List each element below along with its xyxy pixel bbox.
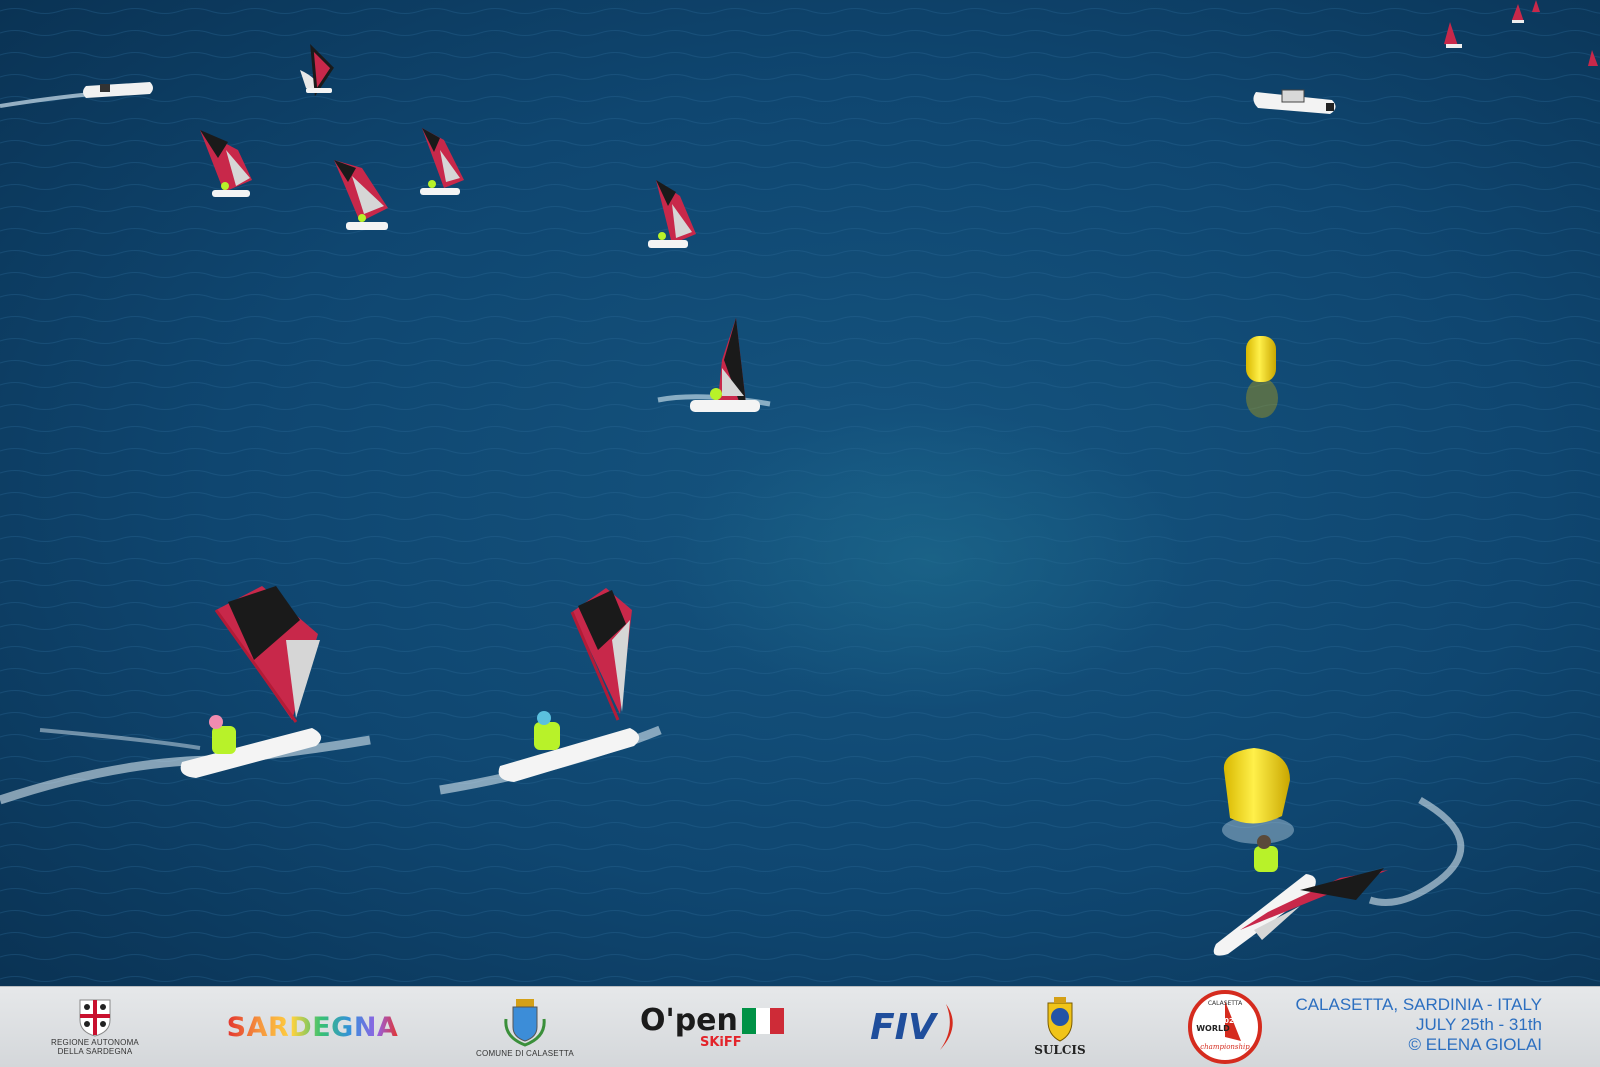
region-sardegna-logo: REGIONE AUTONOMA DELLA SARDEGNA xyxy=(40,987,150,1067)
badge-top-text: CALASETTA xyxy=(1208,1000,1243,1007)
fiv-logo: FIV xyxy=(865,987,965,1067)
comune-calasetta-logo: COMUNE DI CALASETTA xyxy=(470,987,580,1067)
sulcis-logo: SULCIS xyxy=(1025,987,1095,1067)
region-label-line2: DELLA SARDEGNA xyxy=(57,1047,133,1056)
skiff-wordmark: SKiFF xyxy=(700,1034,742,1050)
badge-champ-text: championship xyxy=(1200,1043,1250,1051)
badge-year-text: 2026 xyxy=(1219,1017,1239,1025)
fiv-sail-swoosh-icon xyxy=(939,1004,953,1050)
open-skiff-logo: O'pen SKiFF xyxy=(640,987,790,1067)
sulcis-wordmark: SULCIS xyxy=(1034,1043,1086,1057)
event-info: CALASETTA, SARDINIA - ITALY JULY 25th - … xyxy=(1295,995,1542,1055)
event-dates: JULY 25th - 31th xyxy=(1415,1015,1542,1034)
event-location: CALASETTA, SARDINIA - ITALY xyxy=(1295,995,1542,1014)
aerial-sea-photo xyxy=(0,0,1600,986)
sulcis-emblem-icon xyxy=(1047,997,1073,1042)
fiv-wordmark: FIV xyxy=(870,1006,936,1048)
badge-world-text: WORLD xyxy=(1196,1024,1230,1033)
sardegna-wordmark: SARDEGNA xyxy=(226,1011,399,1043)
calasetta-crest-icon xyxy=(504,998,546,1047)
shallow-water-patch xyxy=(670,410,1190,710)
buoy-far xyxy=(1246,336,1278,418)
championship-badge-icon: CALASETTA WORLD 2026 championship xyxy=(1188,990,1262,1064)
italy-flag-icon xyxy=(741,1007,784,1034)
region-label-line1: REGIONE AUTONOMA xyxy=(51,1038,139,1047)
open-wordmark: O'pen xyxy=(640,1002,738,1038)
photo-credit: © ELENA GIOLAI xyxy=(1408,1035,1542,1054)
comune-label: COMUNE DI CALASETTA xyxy=(476,1048,574,1058)
buoy-near xyxy=(1222,748,1294,844)
sardinia-coat-of-arms-icon xyxy=(79,999,111,1037)
world-championship-badge: CALASETTA WORLD 2026 championship xyxy=(1185,987,1265,1067)
sponsor-bar: REGIONE AUTONOMA DELLA SARDEGNA SARDEGNA… xyxy=(0,986,1600,1067)
sardegna-logo: SARDEGNA xyxy=(220,987,405,1067)
